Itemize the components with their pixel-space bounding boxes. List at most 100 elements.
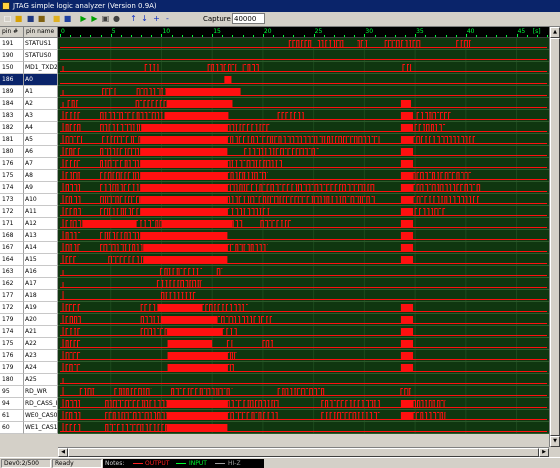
waveform-track[interactable]: [58, 398, 549, 410]
open-button[interactable]: ■: [13, 13, 24, 24]
waveform-track[interactable]: [58, 206, 549, 218]
save-as-button[interactable]: ■: [36, 13, 47, 24]
pin-name-cell[interactable]: A5: [24, 134, 58, 146]
waveform-track[interactable]: [58, 134, 549, 146]
signal-row[interactable]: 190 STATUS0: [0, 50, 549, 62]
waveform-track[interactable]: [58, 230, 549, 242]
zoom-out-button[interactable]: -: [162, 13, 173, 24]
pin-name-cell[interactable]: A10: [24, 194, 58, 206]
waveform-track[interactable]: [58, 338, 549, 350]
vertical-scroll-thumb[interactable]: [550, 38, 560, 436]
waveform-track[interactable]: [58, 266, 549, 278]
pin-number-cell[interactable]: 183: [0, 110, 24, 122]
move-up-button[interactable]: ↑: [128, 13, 139, 24]
waveform-track[interactable]: [58, 410, 549, 422]
signal-row[interactable]: 172 A11: [0, 206, 549, 218]
signal-row[interactable]: 180 A6: [0, 146, 549, 158]
pin-number-cell[interactable]: 176: [0, 350, 24, 362]
waveform-track[interactable]: [58, 62, 549, 74]
waveform-track[interactable]: [58, 110, 549, 122]
waveform-track[interactable]: [58, 326, 549, 338]
waveform-track[interactable]: [58, 386, 549, 398]
signal-row[interactable]: 174 A21: [0, 326, 549, 338]
pin-number-cell[interactable]: 189: [0, 86, 24, 98]
pin-number-cell[interactable]: 179: [0, 362, 24, 374]
new-button[interactable]: □: [2, 13, 13, 24]
pin-name-cell[interactable]: STATUS0: [24, 50, 58, 62]
signal-row[interactable]: 180 A25: [0, 374, 549, 386]
pin-name-cell[interactable]: A8: [24, 170, 58, 182]
pin-name-cell[interactable]: A4: [24, 122, 58, 134]
signal-row[interactable]: 168 A13: [0, 230, 549, 242]
pin-number-cell[interactable]: 150: [0, 62, 24, 74]
pin-name-cell[interactable]: A22: [24, 338, 58, 350]
pin-number-cell[interactable]: 60: [0, 422, 24, 434]
pin-name-cell[interactable]: A19: [24, 302, 58, 314]
pin-name-cell[interactable]: WE0_CAS0_I: [24, 410, 58, 422]
signal-row[interactable]: 163 A16: [0, 266, 549, 278]
pin-number-cell[interactable]: 94: [0, 398, 24, 410]
pin-number-cell[interactable]: 61: [0, 410, 24, 422]
horizontal-scrollbar[interactable]: ◀ ▶: [58, 447, 549, 457]
pin-name-cell[interactable]: A1: [24, 86, 58, 98]
pin-number-cell[interactable]: 162: [0, 278, 24, 290]
waveform-track[interactable]: [58, 74, 549, 86]
pin-number-header[interactable]: pin #: [0, 27, 24, 38]
waveform-track[interactable]: [58, 422, 549, 434]
pin-number-cell[interactable]: 172: [0, 302, 24, 314]
pin-name-cell[interactable]: A18: [24, 290, 58, 302]
signal-row[interactable]: 182 A4: [0, 122, 549, 134]
pin-number-cell[interactable]: 180: [0, 374, 24, 386]
pin-name-cell[interactable]: A11: [24, 206, 58, 218]
waveform-track[interactable]: [58, 158, 549, 170]
waveform-track[interactable]: [58, 290, 549, 302]
waveform-track[interactable]: [58, 350, 549, 362]
pin-name-cell[interactable]: A20: [24, 314, 58, 326]
signal-row[interactable]: 179 A20: [0, 314, 549, 326]
pin-number-cell[interactable]: 186: [0, 74, 24, 86]
pin-number-cell[interactable]: 175: [0, 338, 24, 350]
signal-row[interactable]: 167 A14: [0, 242, 549, 254]
waveform-track[interactable]: [58, 314, 549, 326]
pin-number-cell[interactable]: 182: [0, 122, 24, 134]
signal-row[interactable]: 189 A1: [0, 86, 549, 98]
signal-row[interactable]: 162 A17: [0, 278, 549, 290]
pin-name-cell[interactable]: A25: [24, 374, 58, 386]
signal-row[interactable]: 183 A3: [0, 110, 549, 122]
vertical-scrollbar[interactable]: ▲ ▼: [549, 27, 560, 447]
pin-number-cell[interactable]: 175: [0, 170, 24, 182]
waveform-track[interactable]: [58, 170, 549, 182]
signal-row[interactable]: 60WE1_CAS1_I: [0, 422, 549, 434]
pin-name-cell[interactable]: MD1_TXD2: [24, 62, 58, 74]
zoom-in-button[interactable]: +: [151, 13, 162, 24]
pin-number-cell[interactable]: 171: [0, 218, 24, 230]
signal-row[interactable]: 179 A24: [0, 362, 549, 374]
pin-number-cell[interactable]: 180: [0, 146, 24, 158]
signal-row[interactable]: 181 A5: [0, 134, 549, 146]
pin-number-cell[interactable]: 190: [0, 50, 24, 62]
pin-number-cell[interactable]: 181: [0, 134, 24, 146]
pin-name-cell[interactable]: A12: [24, 218, 58, 230]
signal-row[interactable]: 150 MD1_TXD2: [0, 62, 549, 74]
waveform-track[interactable]: [58, 362, 549, 374]
pin-name-cell[interactable]: A13: [24, 230, 58, 242]
pin-name-cell[interactable]: A2: [24, 98, 58, 110]
pin-name-cell[interactable]: A0: [24, 74, 58, 86]
signal-row[interactable]: 173 A10: [0, 194, 549, 206]
pin-number-cell[interactable]: 179: [0, 314, 24, 326]
signal-row[interactable]: 95 RD_WR: [0, 386, 549, 398]
pin-number-cell[interactable]: 164: [0, 254, 24, 266]
save-button[interactable]: ■: [25, 13, 36, 24]
trigger-button[interactable]: ▣: [100, 13, 111, 24]
step-button[interactable]: ▶: [89, 13, 100, 24]
run-button[interactable]: ▶: [78, 13, 89, 24]
pin-name-cell[interactable]: A6: [24, 146, 58, 158]
signal-row[interactable]: 171 A12: [0, 218, 549, 230]
pin-name-cell[interactable]: RD_WR: [24, 386, 58, 398]
waveform-track[interactable]: [58, 302, 549, 314]
waveform-track[interactable]: [58, 98, 549, 110]
capture-length-input[interactable]: [232, 13, 265, 24]
signal-row[interactable]: 172 A19: [0, 302, 549, 314]
pin-name-cell[interactable]: A21: [24, 326, 58, 338]
pin-number-cell[interactable]: 176: [0, 158, 24, 170]
